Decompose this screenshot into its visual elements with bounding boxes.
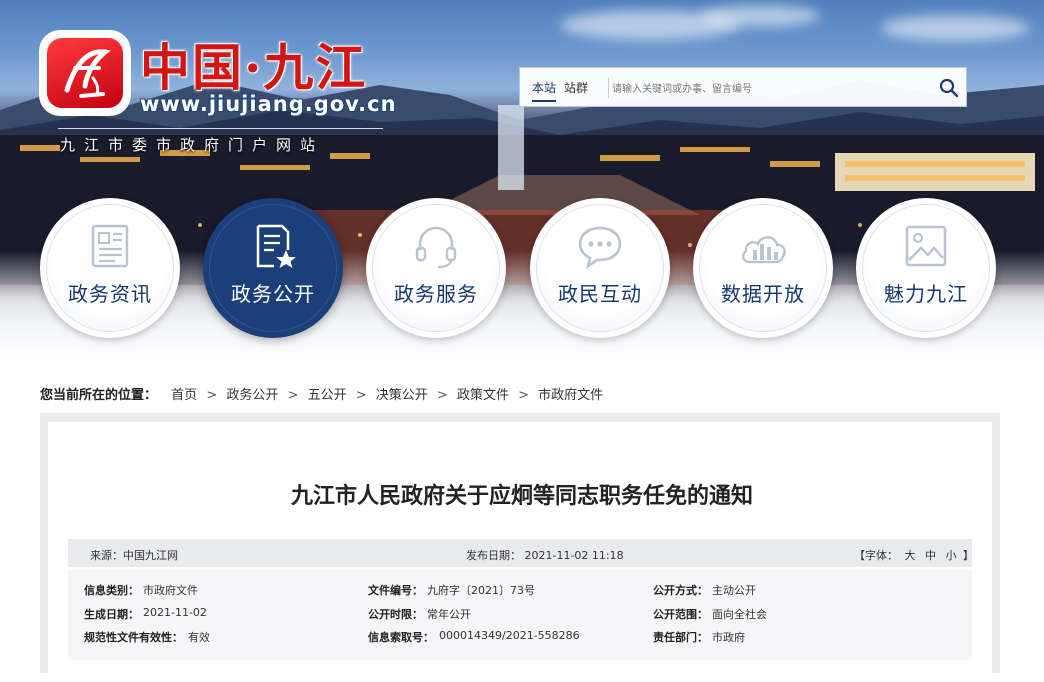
breadcrumb-city-gov-docs[interactable]: 市政府文件 xyxy=(538,388,603,403)
font-size-suffix: 】 xyxy=(963,549,974,562)
search-divider xyxy=(608,78,609,98)
info-doc-no-label: 文件编号： xyxy=(368,584,423,597)
breadcrumb-lead: 您当前所在的位置： xyxy=(40,388,158,403)
nav-item-interaction[interactable]: 政民互动 xyxy=(530,198,670,338)
font-size-small[interactable]: 小 xyxy=(946,549,957,562)
info-open-period-label: 公开时限： xyxy=(368,608,423,621)
nav-item-gov-open[interactable]: 政务公开 xyxy=(203,198,343,338)
font-size-prefix: 【字体： xyxy=(854,549,898,562)
nav-label: 政民互动 xyxy=(558,282,642,306)
image-icon xyxy=(905,225,947,267)
subtitle-divider xyxy=(58,128,383,129)
nav-label: 政务资讯 xyxy=(68,282,152,306)
breadcrumb-separator: > xyxy=(355,388,367,403)
nav-item-news[interactable]: 政务资讯 xyxy=(40,198,180,338)
calligraphy-emblem-icon xyxy=(64,49,112,98)
info-category-label: 信息类别： xyxy=(84,584,139,597)
nav-label: 政务服务 xyxy=(394,282,478,306)
cloud xyxy=(880,15,1030,41)
info-category-value: 市政府文件 xyxy=(143,584,198,597)
cloud xyxy=(700,5,820,27)
search-icon[interactable] xyxy=(938,77,960,99)
info-validity-value: 有效 xyxy=(188,631,210,644)
info-open-mode-value: 主动公开 xyxy=(712,584,756,597)
info-validity-label: 规范性文件有效性： xyxy=(84,631,183,644)
breadcrumb-separator: > xyxy=(518,388,530,403)
font-size-medium[interactable]: 中 xyxy=(925,549,936,562)
logo-mark xyxy=(47,38,123,108)
info-gen-date-label: 生成日期： xyxy=(84,608,139,621)
info-index-label: 信息索取号： xyxy=(368,631,434,644)
breadcrumb-gov-open[interactable]: 政务公开 xyxy=(226,388,278,403)
breadcrumb-home[interactable]: 首页 xyxy=(171,388,197,403)
info-table: 信息类别： 市政府文件 文件编号： 九府字〔2021〕73号 公开方式： 主动公… xyxy=(68,570,972,660)
nav-label: 数据开放 xyxy=(721,282,805,306)
info-dept-value: 市政府 xyxy=(712,631,745,644)
breadcrumb-separator: > xyxy=(436,388,448,403)
breadcrumb-five-open[interactable]: 五公开 xyxy=(308,388,347,403)
breadcrumb-policy-docs[interactable]: 政策文件 xyxy=(457,388,509,403)
breadcrumb-decision-open[interactable]: 决策公开 xyxy=(376,388,428,403)
breadcrumb: 您当前所在的位置： 首页 > 政务公开 > 五公开 > 决策公开 > 政策文件 … xyxy=(40,384,603,403)
main-nav: 政务资讯 政务公开 政务服务 政民互动 数据开放 魅力九江 xyxy=(0,198,1044,338)
article-source: 来源：中国九江网 xyxy=(90,549,178,562)
search-scope-site[interactable]: 本站 xyxy=(532,79,557,102)
info-open-scope-value: 面向全社会 xyxy=(712,608,767,621)
chat-bubble-icon xyxy=(578,226,622,269)
font-size-large[interactable]: 大 xyxy=(905,549,916,562)
headset-icon xyxy=(415,226,457,269)
article-title: 九江市人民政府关于应炯等同志职务任免的通知 xyxy=(290,484,753,509)
info-doc-no-value: 九府字〔2021〕73号 xyxy=(427,584,535,597)
font-size-control: 【字体： 大 中 小 】 xyxy=(854,547,974,563)
info-dept-label: 责任部门： xyxy=(653,631,708,644)
article-date: 发布日期： 2021-11-02 11:18 xyxy=(466,549,624,562)
search-box: 本站 站群 xyxy=(519,67,967,107)
info-open-scope-label: 公开范围： xyxy=(653,608,708,621)
bar-chart-cloud-icon xyxy=(742,236,786,264)
breadcrumb-separator: > xyxy=(287,388,299,403)
nav-label: 魅力九江 xyxy=(884,282,968,306)
document-star-icon xyxy=(256,224,296,268)
search-scope-group[interactable]: 站群 xyxy=(564,79,588,96)
site-logo[interactable] xyxy=(42,33,128,113)
article-meta-bar: 来源：中国九江网 发布日期： 2021-11-02 11:18 【字体： 大 中… xyxy=(68,539,974,567)
site-title: 中国·九江 xyxy=(140,38,368,97)
site-subtitle: 九江市委市政府门户网站 xyxy=(60,136,325,154)
site-url: www.jiujiang.gov.cn xyxy=(140,92,397,116)
info-open-period-value: 常年公开 xyxy=(427,608,471,621)
info-index-value: 000014349/2021-558286 xyxy=(439,629,580,642)
newspaper-icon xyxy=(91,224,129,268)
nav-item-open-data[interactable]: 数据开放 xyxy=(693,198,833,338)
info-open-mode-label: 公开方式： xyxy=(653,584,708,597)
info-gen-date-value: 2021-11-02 xyxy=(143,606,207,619)
nav-item-charm[interactable]: 魅力九江 xyxy=(856,198,996,338)
search-input[interactable] xyxy=(610,77,934,101)
nav-item-gov-service[interactable]: 政务服务 xyxy=(366,198,506,338)
breadcrumb-separator: > xyxy=(206,388,218,403)
nav-label: 政务公开 xyxy=(231,282,315,306)
